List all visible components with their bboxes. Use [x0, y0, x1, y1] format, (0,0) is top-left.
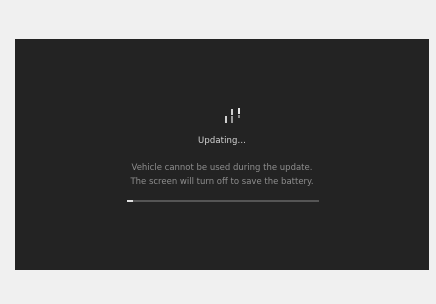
- update-message-line-1: Vehicle cannot be used during the update…: [131, 163, 313, 173]
- update-screen: Updating... Vehicle cannot be used durin…: [15, 39, 429, 270]
- loading-spinner-icon: [225, 108, 240, 123]
- update-progress-bar: [127, 200, 319, 202]
- update-message-line-2: The screen will turn off to save the bat…: [130, 177, 314, 187]
- update-title: Updating...: [198, 136, 246, 146]
- update-progress-fill: [127, 200, 133, 202]
